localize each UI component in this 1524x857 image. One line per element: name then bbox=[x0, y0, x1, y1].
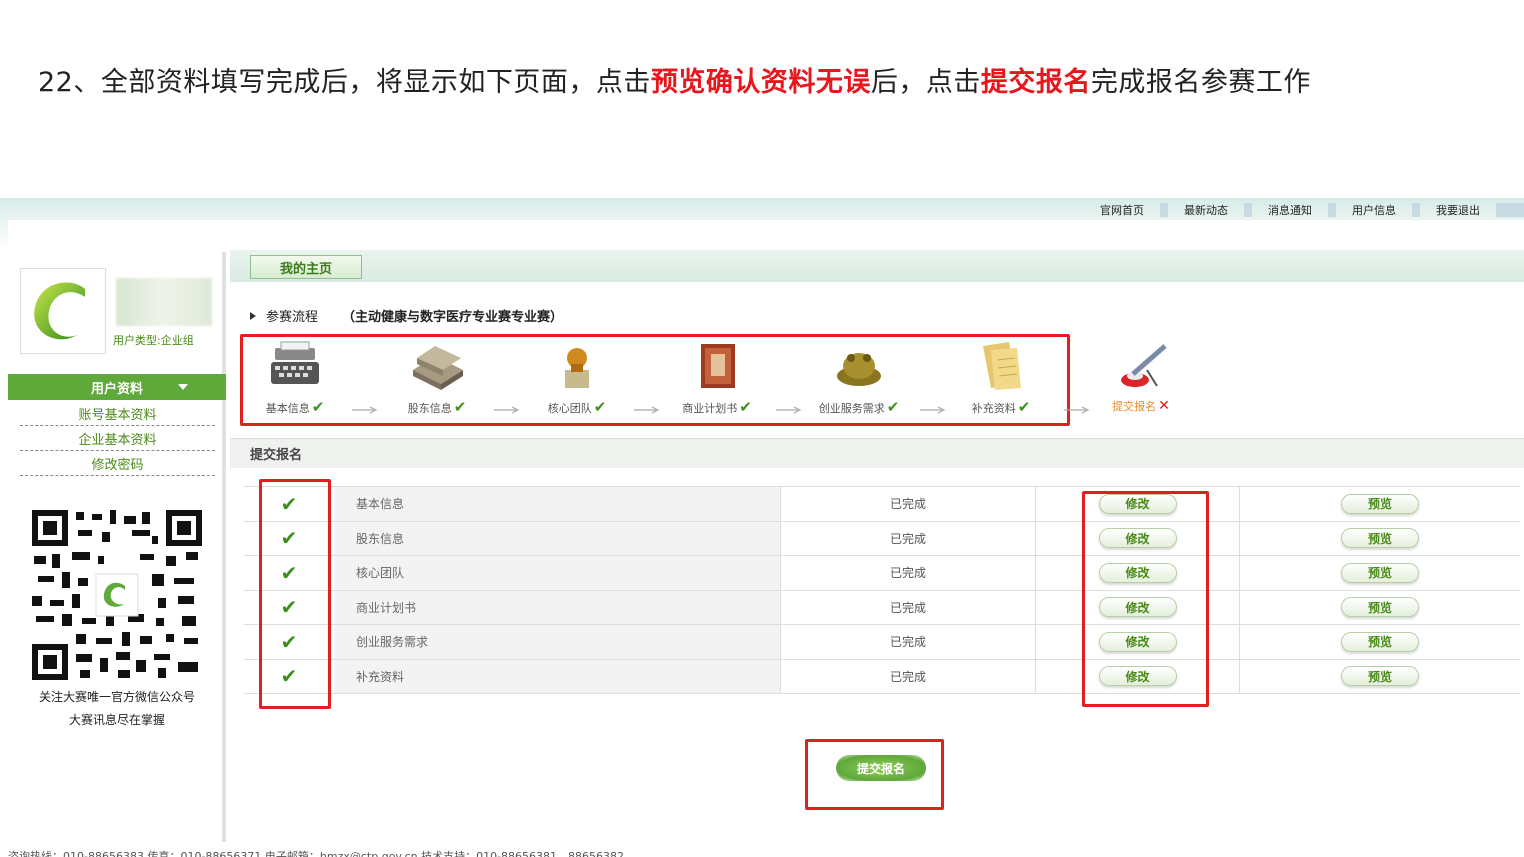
qr-caption-line1: 关注大赛唯一官方微信公众号 bbox=[38, 690, 195, 704]
seal-icon bbox=[565, 348, 589, 388]
row-name: 商业计划书 bbox=[334, 590, 780, 624]
step-label: 提交报名 ✕ bbox=[1112, 398, 1170, 414]
instruction-highlight-submit: 提交报名 bbox=[980, 67, 1091, 98]
arrow-right-icon bbox=[776, 406, 802, 414]
footer-contact: 咨询热线：010-88656383 传真：010-88656371 电子邮箱：h… bbox=[8, 850, 625, 857]
toad-icon bbox=[837, 353, 881, 386]
step-label: 核心团队 ✔ bbox=[547, 398, 607, 416]
step-label: 商业计划书 ✔ bbox=[682, 398, 752, 416]
instruction-suffix: 完成报名参赛工作 bbox=[1090, 67, 1311, 98]
preview-button[interactable]: 预览 bbox=[1341, 666, 1419, 687]
blurred-username bbox=[116, 278, 212, 326]
logo-icon bbox=[34, 282, 85, 340]
status-table: ✔ 基本信息 已完成 修改 预览 ✔ 股东信息 已完成 修改 预览 ✔ 核心团队… bbox=[244, 486, 1520, 694]
step-label: 基本信息 ✔ bbox=[265, 398, 325, 416]
top-banner: 官网首页 最新动态 消息通知 用户信息 我要退出 bbox=[0, 198, 1524, 250]
top-nav: 官网首页 最新动态 消息通知 用户信息 我要退出 bbox=[1100, 200, 1524, 220]
tab-my-home[interactable]: 我的主页 bbox=[250, 255, 362, 279]
nav-logout[interactable]: 我要退出 bbox=[1436, 202, 1480, 218]
table-row: ✔ 创业服务需求 已完成 修改 预览 bbox=[244, 625, 1520, 660]
pen-icon bbox=[1121, 344, 1167, 387]
instruction-text: 22、全部资料填写完成后，将显示如下页面，点击预览确认资料无误后，点击提交报名完… bbox=[38, 60, 1311, 99]
row-status: 已完成 bbox=[780, 590, 1035, 624]
user-menu-header[interactable]: 用户资料 bbox=[8, 374, 226, 400]
user-type-label: 用户类型:企业组 bbox=[113, 334, 194, 347]
section-title: 提交报名 bbox=[230, 438, 1524, 468]
table-row: ✔ 商业计划书 已完成 修改 预览 bbox=[244, 590, 1520, 625]
nav-messages[interactable]: 消息通知 bbox=[1268, 202, 1312, 218]
preview-button[interactable]: 预览 bbox=[1341, 597, 1419, 618]
submit-registration-button[interactable]: 提交报名 bbox=[836, 755, 926, 781]
chevron-down-icon bbox=[178, 384, 188, 390]
competition-name: （主动健康与数字医疗专业赛专业赛） bbox=[342, 310, 564, 325]
step-label: 股东信息 ✔ bbox=[407, 398, 467, 416]
table-row: ✔ 核心团队 已完成 修改 预览 bbox=[244, 556, 1520, 591]
row-name: 股东信息 bbox=[334, 521, 780, 555]
annotation-checks-box bbox=[259, 479, 331, 709]
step-shareholder-info[interactable]: 股东信息 ✔ bbox=[382, 334, 492, 426]
arrow-right-icon bbox=[920, 406, 946, 414]
sidebar-link-password[interactable]: 修改密码 bbox=[20, 451, 215, 476]
nav-home[interactable]: 官网首页 bbox=[1100, 202, 1144, 218]
user-menu-title: 用户资料 bbox=[90, 381, 143, 397]
row-name: 基本信息 bbox=[334, 487, 780, 521]
table-row: ✔ 股东信息 已完成 修改 预览 bbox=[244, 521, 1520, 556]
instruction-prefix: 22、全部资料填写完成后，将显示如下页面，点击 bbox=[38, 67, 651, 98]
step-business-plan[interactable]: 商业计划书 ✔ bbox=[662, 334, 772, 426]
arrow-right-icon bbox=[634, 406, 660, 414]
qr-code-icon bbox=[32, 510, 202, 680]
nav-news[interactable]: 最新动态 bbox=[1184, 202, 1228, 218]
qr-caption-line2: 大赛讯息尽在掌握 bbox=[68, 713, 165, 727]
step-core-team[interactable]: 核心团队 ✔ bbox=[522, 334, 632, 426]
books-icon bbox=[413, 346, 463, 390]
main-content: 我的主页 参赛流程 （主动健康与数字医疗专业赛专业赛） 基本信息 ✔ 股东信息 … bbox=[230, 250, 1524, 850]
screenshot-frame: 官网首页 最新动态 消息通知 用户信息 我要退出 用户类型:企业组 用户资料 账… bbox=[0, 198, 1524, 857]
instruction-highlight-preview: 预览确认资料无误 bbox=[650, 67, 871, 98]
nav-user-info[interactable]: 用户信息 bbox=[1352, 202, 1396, 218]
triangle-right-icon bbox=[250, 311, 256, 320]
arrow-right-icon bbox=[494, 406, 520, 414]
step-startup-services[interactable]: 创业服务需求 ✔ bbox=[804, 334, 914, 426]
preview-button[interactable]: 预览 bbox=[1341, 528, 1419, 549]
row-name: 补充资料 bbox=[334, 659, 780, 693]
preview-button[interactable]: 预览 bbox=[1341, 493, 1419, 514]
flow-label: 参赛流程 bbox=[266, 310, 319, 325]
row-name: 核心团队 bbox=[334, 556, 780, 590]
arrow-right-icon bbox=[352, 406, 378, 414]
row-status: 已完成 bbox=[780, 659, 1035, 693]
preview-button[interactable]: 预览 bbox=[1341, 562, 1419, 583]
documents-icon bbox=[983, 342, 1021, 390]
row-status: 已完成 bbox=[780, 625, 1035, 659]
user-avatar bbox=[20, 268, 106, 354]
tab-bar: 我的主页 bbox=[230, 250, 1524, 282]
table-row: ✔ 基本信息 已完成 修改 预览 bbox=[244, 487, 1520, 522]
step-basic-info[interactable]: 基本信息 ✔ bbox=[240, 334, 350, 426]
sidebar: 用户类型:企业组 用户资料 账号基本资料 企业基本资料 修改密码 关注大赛唯一官… bbox=[8, 252, 226, 842]
table-row: ✔ 补充资料 已完成 修改 预览 bbox=[244, 659, 1520, 694]
step-label: 创业服务需求 ✔ bbox=[818, 398, 900, 416]
step-supplementary[interactable]: 补充资料 ✔ bbox=[946, 334, 1056, 426]
row-name: 创业服务需求 bbox=[334, 625, 780, 659]
flow-title: 参赛流程 （主动健康与数字医疗专业赛专业赛） bbox=[250, 306, 563, 325]
annotation-edit-box bbox=[1082, 491, 1209, 707]
step-label: 补充资料 ✔ bbox=[971, 398, 1031, 416]
typewriter-icon bbox=[271, 341, 319, 384]
row-status: 已完成 bbox=[780, 521, 1035, 555]
step-submit[interactable]: 提交报名 ✕ bbox=[1086, 334, 1196, 426]
row-status: 已完成 bbox=[780, 487, 1035, 521]
instruction-middle: 后，点击 bbox=[870, 67, 981, 98]
row-status: 已完成 bbox=[780, 556, 1035, 590]
preview-button[interactable]: 预览 bbox=[1341, 631, 1419, 652]
sidebar-link-company[interactable]: 企业基本资料 bbox=[20, 426, 215, 451]
sidebar-link-account[interactable]: 账号基本资料 bbox=[20, 401, 215, 426]
book-icon bbox=[701, 344, 735, 388]
